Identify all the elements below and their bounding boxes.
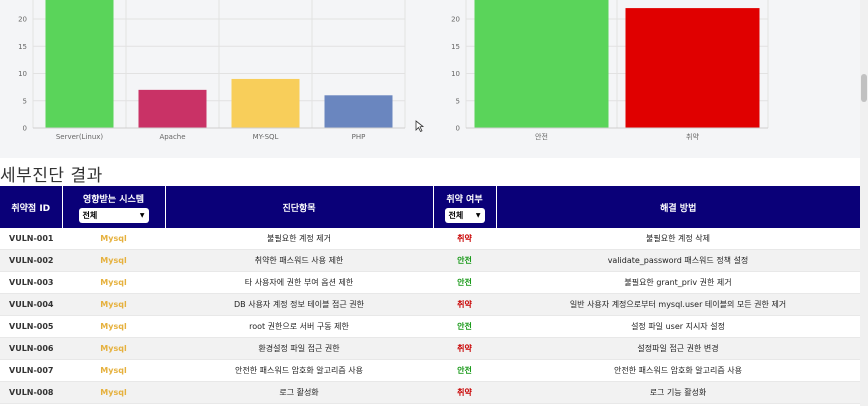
bar <box>324 95 393 128</box>
table-row: VULN-006 Mysql 환경설정 파일 접근 권한 취약 설정파일 접근 권한 변… <box>0 337 860 360</box>
cell-system: Mysql <box>62 249 165 272</box>
cell-check-item: 취약한 패스워드 사용 제한 <box>165 249 433 272</box>
cell-vuln-id: VULN-008 <box>0 381 62 404</box>
cell-system: Mysql <box>62 359 165 382</box>
y-tick-label: 20 <box>18 16 27 24</box>
bar <box>138 89 207 128</box>
cell-system: Mysql <box>62 337 165 360</box>
cell-vuln-id: VULN-006 <box>0 337 62 360</box>
cell-check-item: 타 사용자에 권한 부여 옵션 제한 <box>165 271 433 294</box>
y-tick-label: 0 <box>23 125 27 133</box>
y-tick-label: 20 <box>451 16 460 24</box>
chevron-down-icon: ▼ <box>475 211 481 219</box>
x-tick-label: PHP <box>352 133 366 141</box>
charts-svg: 0 5 10 15 20 Server(Linux) Apache MY-SQL PHP 0 5 10… <box>18 0 769 141</box>
bar <box>45 0 114 128</box>
x-tick-label: Server(Linux) <box>56 133 104 141</box>
y-tick-label: 10 <box>451 70 460 78</box>
section-title: 세부진단 결과 <box>0 166 103 186</box>
header-vulnerable-label: 취약 여부 <box>446 194 483 205</box>
x-tick-label: 안전 <box>535 132 548 141</box>
table-row: VULN-007 Mysql 안전한 패스워드 암호화 알고리즘 사용 안전 안전한 패… <box>0 359 860 382</box>
cell-vuln-id: VULN-002 <box>0 249 62 272</box>
charts-area: 0 5 10 15 20 Server(Linux) Apache MY-SQL PHP 0 5 10… <box>0 0 868 158</box>
y-tick-label: 15 <box>18 43 27 51</box>
cell-status: 취약 <box>433 293 496 316</box>
y-tick-label: 0 <box>456 125 460 133</box>
cell-solution: 일반 사용자 계정으로부터 mysql.user 테이블의 모든 권한 제거 <box>496 293 860 316</box>
cell-status: 취약 <box>433 228 496 250</box>
bar <box>231 78 300 128</box>
table-row: VULN-005 Mysql root 권한으로 서버 구동 제한 안전 설정 파일 u… <box>0 315 860 338</box>
y-tick-label: 5 <box>456 97 460 105</box>
cell-vuln-id: VULN-004 <box>0 293 62 316</box>
header-vulnerable: 취약 여부 전체 ▼ <box>433 186 497 228</box>
cell-vuln-id: VULN-005 <box>0 315 62 338</box>
cell-vuln-id: VULN-007 <box>0 359 62 382</box>
table-header-row: 취약점 ID 영향받는 시스템 전체 ▼ 진단항목 취약 여부 전체 ▼ 해결 … <box>0 186 860 228</box>
cell-check-item: DB 사용자 계정 정보 테이블 접근 권한 <box>165 293 433 316</box>
x-tick-label: Apache <box>159 133 185 141</box>
header-solution: 해결 방법 <box>496 186 860 228</box>
scrollbar[interactable] <box>860 0 868 406</box>
cell-vuln-id: VULN-001 <box>0 228 62 250</box>
cell-check-item: 안전한 패스워드 암호화 알고리즘 사용 <box>165 359 433 382</box>
cell-check-item: root 권한으로 서버 구동 제한 <box>165 315 433 338</box>
cell-status: 안전 <box>433 315 496 338</box>
cell-status: 안전 <box>433 271 496 294</box>
cell-status: 취약 <box>433 381 496 404</box>
header-vuln-id: 취약점 ID <box>0 186 63 228</box>
cursor-icon <box>415 120 425 133</box>
scrollbar-thumb[interactable] <box>861 74 867 102</box>
y-tick-label: 5 <box>23 97 27 105</box>
header-affected-system: 영향받는 시스템 전체 ▼ <box>62 186 166 228</box>
cell-status: 안전 <box>433 249 496 272</box>
y-tick-label: 10 <box>18 70 27 78</box>
cell-status: 안전 <box>433 359 496 382</box>
cell-vuln-id: VULN-003 <box>0 271 62 294</box>
table-row: VULN-001 Mysql 불필요한 계정 제거 취약 불필요한 계정 삭제 <box>0 228 860 250</box>
table-row: VULN-008 Mysql 로그 활성화 취약 로그 기능 활성화 <box>0 381 860 404</box>
vuln-filter-value: 전체 <box>448 210 464 220</box>
cell-system: Mysql <box>62 315 165 338</box>
table-body: VULN-001 Mysql 불필요한 계정 제거 취약 불필요한 계정 삭제 VULN-… <box>0 228 860 404</box>
cell-system: Mysql <box>62 293 165 316</box>
header-check-item: 진단항목 <box>165 186 434 228</box>
x-tick-label: MY-SQL <box>253 133 279 141</box>
results-table: 취약점 ID 영향받는 시스템 전체 ▼ 진단항목 취약 여부 전체 ▼ 해결 … <box>0 186 860 404</box>
cell-solution: 불필요한 계정 삭제 <box>496 228 860 250</box>
cell-solution: 설정파일 접근 권한 변경 <box>496 337 860 360</box>
cell-solution: 설정 파일 user 지시자 설정 <box>496 315 860 338</box>
header-affected-system-label: 영향받는 시스템 <box>82 194 145 205</box>
cell-solution: 안전한 패스워드 암호화 알고리즘 사용 <box>496 359 860 382</box>
cell-check-item: 불필요한 계정 제거 <box>165 228 433 250</box>
cell-check-item: 환경설정 파일 접근 권한 <box>165 337 433 360</box>
y-tick-label: 15 <box>451 43 460 51</box>
cell-system: Mysql <box>62 381 165 404</box>
cell-check-item: 로그 활성화 <box>165 381 433 404</box>
cell-solution: 로그 기능 활성화 <box>496 381 860 404</box>
system-filter-select[interactable]: 전체 ▼ <box>78 207 149 223</box>
bar <box>625 8 760 129</box>
table-row: VULN-003 Mysql 타 사용자에 권한 부여 옵션 제한 안전 불필요한 gr… <box>0 271 860 294</box>
vuln-filter-select[interactable]: 전체 ▼ <box>444 207 485 223</box>
cell-status: 취약 <box>433 337 496 360</box>
table-row: VULN-004 Mysql DB 사용자 계정 정보 테이블 접근 권한 취약 일반 … <box>0 293 860 316</box>
cell-solution: validate_password 패스워드 정책 설정 <box>496 249 860 272</box>
cell-system: Mysql <box>62 228 165 250</box>
table-row: VULN-002 Mysql 취약한 패스워드 사용 제한 안전 validate_pa… <box>0 249 860 272</box>
chevron-down-icon: ▼ <box>139 211 145 219</box>
cell-solution: 불필요한 grant_priv 권한 제거 <box>496 271 860 294</box>
x-tick-label: 취약 <box>686 132 699 141</box>
bar <box>474 0 609 128</box>
system-filter-value: 전체 <box>82 210 98 220</box>
cell-system: Mysql <box>62 271 165 294</box>
